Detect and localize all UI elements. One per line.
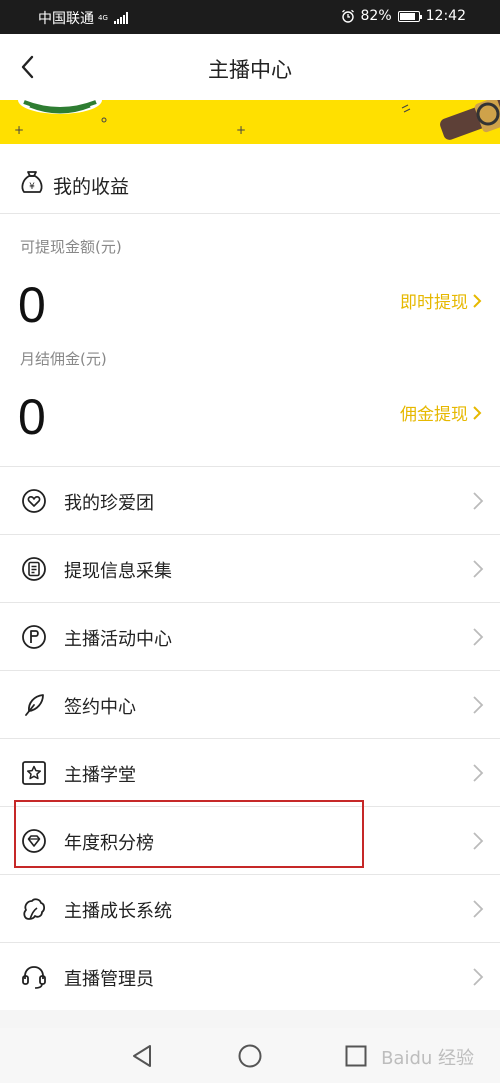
clock: 12:42 <box>425 8 466 24</box>
commission-amount: 0 <box>18 389 46 445</box>
menu-item-live-admin[interactable]: 直播管理员 <box>0 942 500 1010</box>
earnings-card: ¥ 我的收益 可提现金额(元) 0 即时提现 月结佣金(元) 0 佣金提现 <box>0 144 500 466</box>
system-nav-bar: Baidu 经验 <box>0 1028 500 1083</box>
chevron-right-icon <box>473 900 484 918</box>
chevron-right-icon <box>473 968 484 986</box>
menu-list: 我的珍爱团 提现信息采集 主播活动中心 签约中心 主播学堂 年度积分榜 主播成长… <box>0 466 500 1010</box>
back-triangle-icon[interactable] <box>128 1041 158 1071</box>
menu-item-growth-system[interactable]: 主播成长系统 <box>0 874 500 942</box>
heart-circle-icon <box>22 489 46 513</box>
withdrawable-label: 可提现金额(元) <box>20 238 122 256</box>
commission-withdraw-label: 佣金提现 <box>400 405 468 425</box>
watermark-text: Baidu 经验 <box>381 1048 474 1069</box>
banner-art: + + <box>14 100 500 140</box>
promo-banner[interactable]: + + <box>0 100 500 144</box>
menu-item-label: 主播活动中心 <box>64 629 172 650</box>
earnings-header: ¥ 我的收益 <box>0 144 500 214</box>
status-left: 中国联通 4G <box>38 8 128 28</box>
menu-item-label: 直播管理员 <box>64 969 154 990</box>
earnings-title: 我的收益 <box>53 176 130 198</box>
money-bag-icon: ¥ <box>21 171 43 193</box>
headset-icon <box>22 966 46 989</box>
withdrawable-amount: 0 <box>18 277 46 333</box>
menu-item-label: 签约中心 <box>64 697 136 718</box>
carrier-name: 中国联通 <box>38 11 94 27</box>
menu-item-label: 我的珍爱团 <box>64 493 154 514</box>
chevron-right-icon <box>473 764 484 782</box>
menu-item-contract-center[interactable]: 签约中心 <box>0 670 500 738</box>
svg-text:+: + <box>236 123 246 137</box>
battery-percent: 82% <box>360 8 392 24</box>
document-icon <box>22 557 46 581</box>
chevron-right-icon <box>473 832 484 850</box>
svg-text:+: + <box>14 123 24 137</box>
highlight-annotation <box>14 800 364 868</box>
star-square-icon <box>22 761 46 785</box>
battery-icon <box>397 10 422 22</box>
home-circle-icon[interactable] <box>235 1041 265 1071</box>
menu-item-fan-club[interactable]: 我的珍爱团 <box>0 466 500 534</box>
chevron-right-icon <box>473 293 482 308</box>
menu-item-activity-center[interactable]: 主播活动中心 <box>0 602 500 670</box>
signal-icon <box>114 12 128 24</box>
menu-item-label: 提现信息采集 <box>64 561 172 582</box>
svg-text:¥: ¥ <box>29 182 35 192</box>
menu-item-withdraw-info[interactable]: 提现信息采集 <box>0 534 500 602</box>
network-type: 4G <box>98 13 108 22</box>
instant-withdraw-label: 即时提现 <box>400 293 468 313</box>
chevron-right-icon <box>473 492 484 510</box>
alarm-icon <box>341 9 354 23</box>
status-bar: 中国联通 4G 82% 12:42 <box>0 0 500 34</box>
instant-withdraw-link[interactable]: 即时提现 <box>400 288 482 313</box>
growth-icon <box>23 898 46 920</box>
commission-withdraw-link[interactable]: 佣金提现 <box>400 400 482 425</box>
chevron-right-icon <box>473 560 484 578</box>
feather-icon <box>25 694 44 716</box>
chevron-right-icon <box>473 405 482 420</box>
chevron-right-icon <box>473 696 484 714</box>
chevron-right-icon <box>473 628 484 646</box>
commission-label: 月结佣金(元) <box>20 350 107 368</box>
status-right: 82% 12:42 <box>341 8 466 24</box>
recents-square-icon[interactable] <box>341 1041 371 1071</box>
page-title: 主播中心 <box>208 58 292 82</box>
nav-bar: 主播中心 <box>0 34 500 100</box>
flag-circle-icon <box>22 625 46 649</box>
menu-item-label: 主播成长系统 <box>64 901 172 922</box>
menu-item-anchor-academy[interactable]: 主播学堂 <box>0 738 500 806</box>
menu-item-label: 主播学堂 <box>64 765 136 786</box>
